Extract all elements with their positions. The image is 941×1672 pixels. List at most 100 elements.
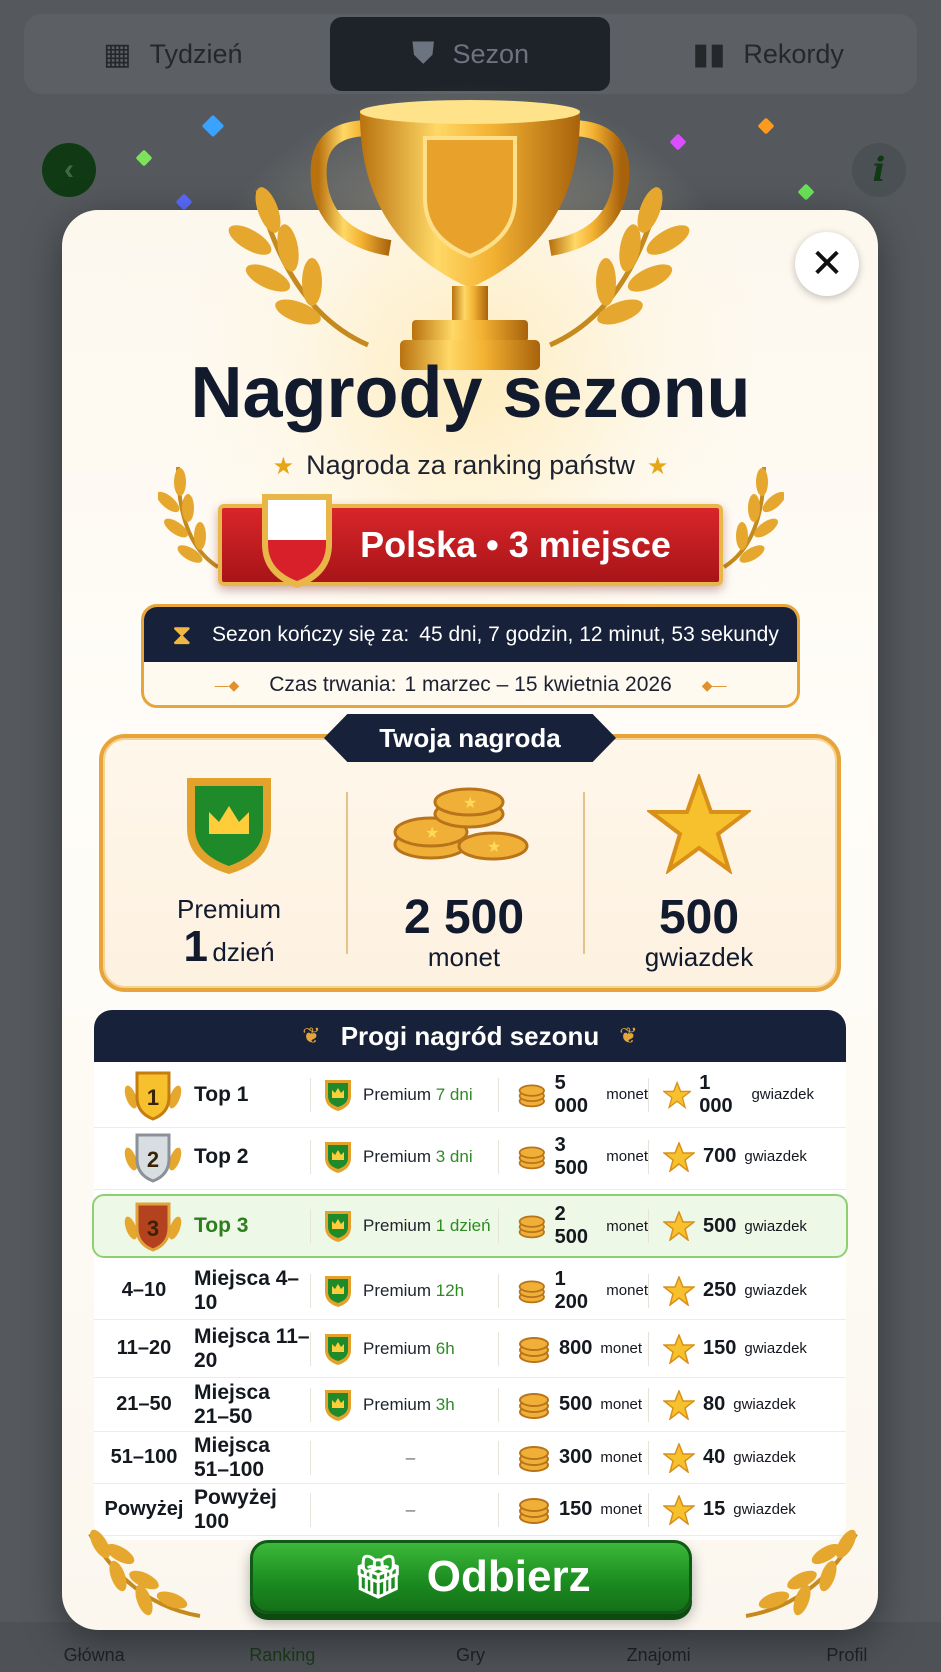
tier-stars: 40 gwiazdek: [648, 1440, 814, 1475]
tier-coins: 5 000 monet: [498, 1072, 648, 1117]
coins-icon: [519, 1445, 549, 1472]
tier-premium: –: [310, 1492, 498, 1527]
laurel-icon: ❦: [619, 1023, 638, 1048]
info-icon[interactable]: i: [852, 143, 906, 197]
reward-coins: ★ ★ ★ 2 500 monet: [349, 770, 579, 973]
tier-rank: 21–50: [116, 1393, 172, 1415]
tier-stars: 250 gwiazdek: [648, 1273, 814, 1308]
nav-games[interactable]: Gry: [395, 1645, 545, 1666]
star-icon: [663, 1141, 695, 1172]
reward-stars: 500 gwiazdek: [584, 770, 814, 973]
star-icon: [663, 1275, 695, 1306]
premium-shield-icon: [325, 1141, 351, 1173]
close-button[interactable]: ✕: [795, 232, 859, 296]
nav-ranking[interactable]: Ranking: [207, 1645, 357, 1666]
coins-icon: [518, 1146, 545, 1169]
laurel-right-icon: [745, 1529, 858, 1618]
tier-row: 3 Top 3 Premium 1 dzień 2 500 monet 500 gwiazd…: [92, 1194, 848, 1258]
coins-icon: ★ ★ ★: [393, 787, 529, 861]
tier-coins: 3 500 monet: [498, 1134, 648, 1179]
tier-rank: 4–10: [121, 1279, 167, 1301]
tier-stars: 700 gwiazdek: [648, 1139, 814, 1174]
premium-shield-icon: [325, 1079, 351, 1111]
premium-crown-shield-icon: [187, 778, 271, 874]
tier-label: Miejsca 4–10: [194, 1266, 300, 1314]
tier-row: 4–10 Miejsca 4–10 Premium 12h 1 200 monet 250…: [94, 1262, 846, 1320]
coins-icon: [519, 1392, 549, 1419]
tier-premium: Premium 6h: [310, 1331, 498, 1366]
season-duration: —◆ Czas trwania: 1 marzec – 15 kwietnia …: [214, 673, 727, 696]
tiers-header: ❦ Progi nagród sezonu ❦: [94, 1010, 846, 1062]
tier-stars: 80 gwiazdek: [648, 1387, 814, 1422]
shield-star-icon: ⛊: [411, 37, 435, 70]
tier-label: Miejsca 11–20: [194, 1324, 310, 1372]
tier-rank: 51–100: [110, 1446, 178, 1468]
laurel-icon: ❦: [302, 1023, 321, 1048]
medal-number: 2: [147, 1147, 159, 1172]
coins-icon: [519, 1336, 549, 1363]
tier-premium: Premium 3h: [310, 1387, 498, 1422]
tier-coins: 300 monet: [498, 1440, 648, 1475]
close-icon: ✕: [810, 242, 844, 286]
tier-label: Top 1: [194, 1082, 249, 1106]
medal-icon: 1: [124, 1071, 182, 1121]
tier-stars: 15 gwiazdek: [648, 1492, 814, 1527]
tier-row: 51–100 Miejsca 51–100 –300 monet 40 gwiazdek: [94, 1432, 846, 1484]
tier-coins: 500 monet: [498, 1387, 648, 1422]
tier-coins: 2 500 monet: [498, 1203, 648, 1248]
tier-row: 2 Top 2 Premium 3 dni 3 500 monet 700 gwiazdek: [94, 1124, 846, 1190]
tier-stars: 500 gwiazdek: [648, 1209, 814, 1243]
coins-icon: [518, 1084, 545, 1107]
modal-subtitle: ★ Nagroda za ranking państw ★: [272, 450, 669, 480]
star-icon: [663, 1494, 695, 1525]
tier-rank: 11–20: [116, 1337, 172, 1359]
svg-text:★: ★: [425, 825, 439, 842]
nav-friends[interactable]: Znajomi: [584, 1645, 734, 1666]
tier-premium: Premium 12h: [310, 1273, 498, 1308]
nav-profile[interactable]: Profil: [772, 1645, 922, 1666]
your-reward-label: Twoja nagroda: [324, 714, 616, 762]
claim-button[interactable]: 🎁︎ Odbierz: [250, 1540, 692, 1614]
tier-premium: Premium 3 dni: [310, 1139, 498, 1174]
tab-week[interactable]: ▦ Tydzień: [33, 17, 313, 91]
laurel-right-icon: [722, 466, 784, 569]
laurel-left-icon: [88, 1529, 201, 1618]
tier-premium: Premium 7 dni: [310, 1077, 498, 1112]
svg-text:★: ★: [487, 839, 501, 856]
tier-rank: Powyżej: [104, 1498, 184, 1520]
gift-icon: 🎁︎: [351, 1552, 405, 1600]
modal-title: Nagrody sezonu: [190, 353, 751, 433]
tier-rank: 1: [94, 1065, 194, 1125]
tier-row: 1 Top 1 Premium 7 dni 5 000 monet 1 000 gwiazd…: [94, 1062, 846, 1128]
trophy-icon: [310, 100, 630, 370]
bar-chart-icon: ▮▮: [692, 37, 726, 71]
back-icon[interactable]: ‹: [42, 143, 96, 197]
star-icon: ★: [646, 453, 669, 480]
star-icon: ★: [272, 453, 295, 480]
medal-icon: 3: [124, 1202, 182, 1252]
coins-icon: [519, 1497, 549, 1524]
tier-label: Top 2: [194, 1144, 249, 1168]
nav-home[interactable]: Główna: [19, 1645, 169, 1666]
premium-shield-icon: [325, 1389, 351, 1421]
poland-flag-icon: [262, 494, 332, 588]
tab-records[interactable]: ▮▮ Rekordy: [628, 17, 908, 91]
star-icon: [663, 1442, 695, 1473]
medal-number: 3: [147, 1216, 159, 1241]
tier-row: 11–20 Miejsca 11–20 Premium 6h 800 monet 150 g…: [94, 1320, 846, 1378]
tier-coins: 800 monet: [498, 1331, 648, 1366]
premium-shield-icon: [325, 1333, 351, 1365]
premium-shield-icon: [325, 1275, 351, 1307]
tier-coins: 1 200 monet: [498, 1268, 648, 1313]
star-icon: [663, 1333, 695, 1364]
tier-stars: 1 000 gwiazdek: [648, 1072, 814, 1117]
tier-label: Miejsca 21–50: [194, 1380, 270, 1428]
season-timer-box: ⧗ Sezon kończy się za: 45 dni, 7 godzin,…: [141, 604, 800, 708]
star-icon: [647, 774, 751, 874]
tier-label: Miejsca 51–100: [194, 1433, 270, 1481]
calendar-icon: ▦: [103, 37, 132, 71]
medal-icon: 2: [124, 1133, 182, 1183]
reward-premium: Premium 1 dzień: [114, 770, 344, 969]
svg-text:★: ★: [463, 795, 477, 812]
tier-premium: Premium 1 dzień: [310, 1209, 498, 1243]
